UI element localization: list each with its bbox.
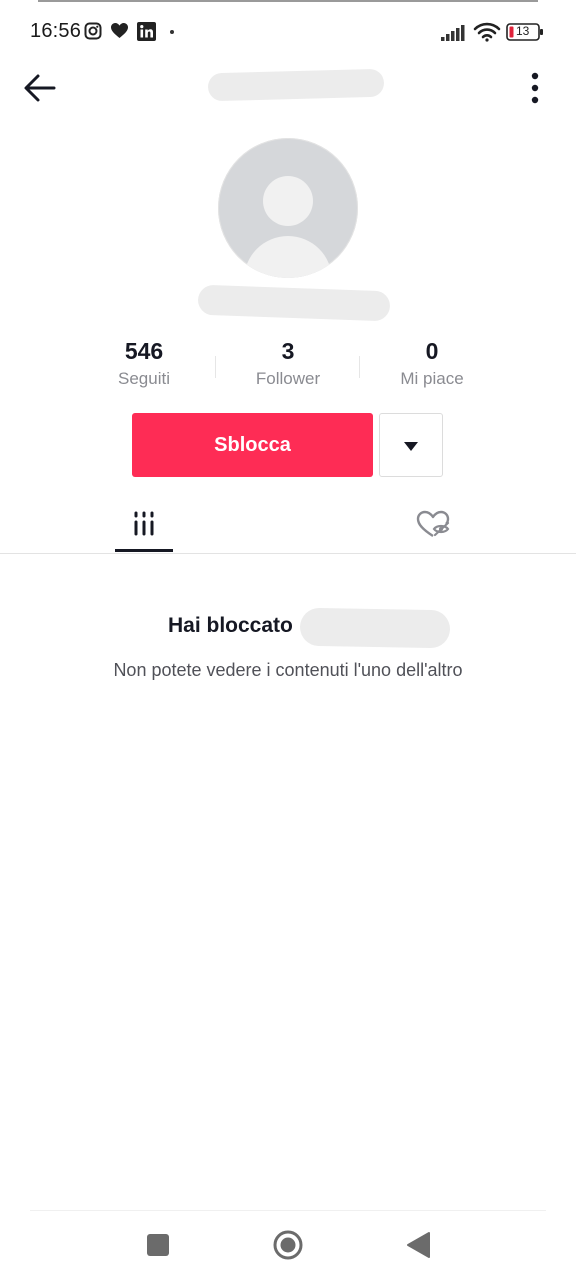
back-triangle-icon bbox=[407, 1232, 430, 1258]
stat-followers-value: 3 bbox=[281, 338, 295, 364]
stat-divider bbox=[215, 356, 216, 378]
stat-likes-label: Mi piace bbox=[400, 369, 464, 388]
more-options-button[interactable] bbox=[520, 70, 550, 106]
stat-likes-value: 0 bbox=[425, 338, 439, 364]
avatar-placeholder-body bbox=[244, 236, 332, 278]
active-tab-indicator bbox=[115, 549, 173, 552]
suggestions-dropdown-button[interactable] bbox=[379, 413, 443, 477]
blocked-title: Hai bloccato bbox=[168, 614, 293, 637]
stat-following-label: Seguiti bbox=[118, 369, 170, 388]
stat-following[interactable]: 546 Seguiti bbox=[79, 336, 209, 389]
redacted-profile-name bbox=[207, 68, 385, 102]
tab-videos[interactable] bbox=[115, 503, 173, 553]
nav-bar-divider bbox=[30, 1210, 546, 1211]
nav-recents-button[interactable] bbox=[141, 1228, 175, 1262]
status-bar: 16:56 13 bbox=[0, 0, 576, 64]
linkedin-icon bbox=[137, 22, 156, 46]
instagram-icon bbox=[84, 22, 102, 45]
arrow-left-icon bbox=[24, 74, 56, 102]
nav-back-button[interactable] bbox=[402, 1228, 436, 1262]
battery-level: 13 bbox=[516, 24, 530, 38]
stat-divider bbox=[359, 356, 360, 378]
heart-icon bbox=[110, 22, 129, 45]
nav-home-button[interactable] bbox=[271, 1228, 305, 1262]
stat-followers[interactable]: 3 Follower bbox=[223, 336, 353, 389]
more-vertical-icon bbox=[531, 72, 539, 104]
status-time: 16:56 bbox=[30, 20, 82, 42]
tab-liked-videos[interactable] bbox=[404, 503, 462, 553]
redacted-blocked-username bbox=[299, 607, 451, 649]
unblock-button[interactable]: Sblocca bbox=[132, 413, 373, 477]
notification-dot bbox=[170, 30, 174, 34]
grid-icon bbox=[134, 511, 154, 536]
signal-icon bbox=[441, 24, 467, 47]
liked-hidden-icon bbox=[416, 510, 450, 538]
caret-down-icon bbox=[404, 442, 418, 451]
tabs-divider bbox=[0, 553, 576, 554]
back-button[interactable] bbox=[22, 70, 58, 106]
stat-following-value: 546 bbox=[124, 338, 164, 364]
avatar bbox=[218, 138, 358, 278]
wifi-icon bbox=[473, 22, 501, 47]
stat-likes[interactable]: 0 Mi piace bbox=[367, 336, 497, 389]
home-icon bbox=[273, 1230, 303, 1260]
avatar-placeholder-head bbox=[263, 176, 313, 226]
stat-followers-label: Follower bbox=[255, 369, 321, 388]
blocked-message: Non potete vedere i contenuti l'uno dell… bbox=[113, 660, 463, 680]
redacted-username bbox=[197, 284, 391, 322]
battery-icon: 13 bbox=[506, 23, 544, 43]
recents-icon bbox=[147, 1234, 169, 1256]
